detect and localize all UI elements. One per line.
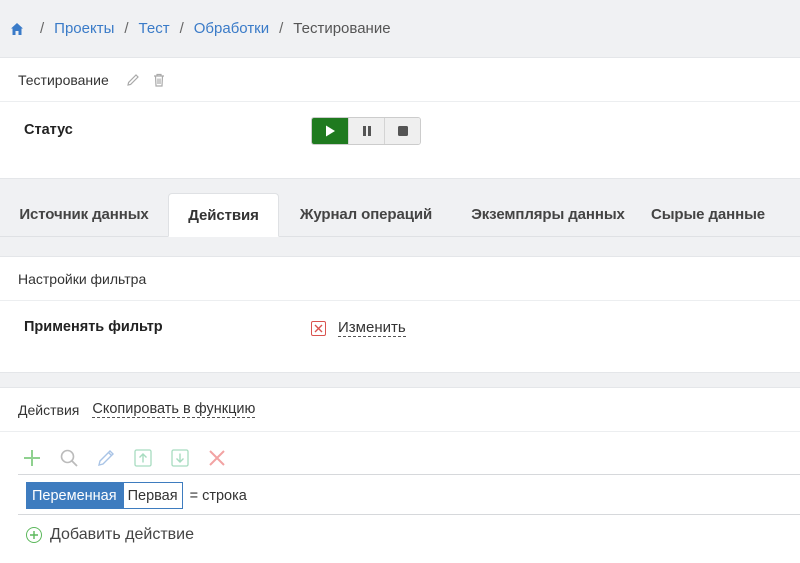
- filter-value: Изменить: [311, 319, 406, 337]
- actions-toolbar: [20, 446, 229, 470]
- copy-to-function-link[interactable]: Скопировать в функцию: [92, 401, 256, 418]
- pencil-icon[interactable]: [125, 72, 141, 88]
- breadcrumb-separator: /: [179, 19, 184, 37]
- action-row[interactable]: Переменная Первая = строка: [26, 482, 247, 509]
- actions-card-header: Действия Скопировать в функцию: [0, 388, 800, 432]
- breadcrumb-separator: /: [124, 19, 129, 37]
- breadcrumb-separator: /: [40, 19, 45, 37]
- move-down-icon[interactable]: [168, 446, 192, 470]
- search-icon[interactable]: [57, 446, 81, 470]
- play-button[interactable]: [312, 118, 348, 144]
- add-action-label: Добавить действие: [50, 526, 194, 543]
- filter-card: Настройки фильтра Применять фильтр Измен…: [0, 256, 800, 373]
- trash-icon[interactable]: [151, 72, 167, 88]
- tab-actions[interactable]: Действия: [168, 193, 279, 237]
- edit-icon[interactable]: [94, 446, 118, 470]
- breadcrumb-current: Тестирование: [293, 19, 391, 37]
- change-filter-link[interactable]: Изменить: [338, 319, 406, 337]
- variable-name: Первая: [122, 482, 183, 509]
- add-icon[interactable]: [20, 446, 44, 470]
- toolbar-divider: [18, 474, 800, 475]
- tabs: Источник данных Действия Журнал операций…: [0, 193, 800, 237]
- filter-settings-title: Настройки фильтра: [18, 270, 147, 287]
- home-icon[interactable]: [10, 22, 24, 36]
- stop-icon: [397, 126, 408, 136]
- processing-title: Тестирование: [18, 71, 109, 88]
- action-expression: = строка: [189, 487, 247, 504]
- player-controls: [311, 117, 421, 145]
- breadcrumb-separator: /: [279, 19, 284, 37]
- delete-icon[interactable]: [205, 446, 229, 470]
- stop-button[interactable]: [384, 118, 420, 144]
- play-icon: [326, 125, 335, 137]
- row-divider: [18, 514, 800, 515]
- tab-data-instances[interactable]: Экземпляры данных: [453, 192, 643, 236]
- tab-data-source[interactable]: Источник данных: [0, 192, 168, 236]
- unchecked-x-icon: [311, 320, 326, 336]
- breadcrumb-item-test[interactable]: Тест: [139, 20, 170, 37]
- add-action-button[interactable]: Добавить действие: [26, 526, 194, 544]
- add-circle-icon: [26, 527, 42, 543]
- actions-title: Действия: [18, 401, 80, 418]
- actions-card: Действия Скопировать в функцию Переменна…: [0, 387, 800, 563]
- status-card: Тестирование Статус: [0, 57, 800, 179]
- status-card-header: Тестирование: [0, 58, 800, 102]
- breadcrumb: / Проекты / Тест / Обработки / Тестирова…: [0, 0, 800, 56]
- pause-icon: [362, 126, 371, 136]
- variable-tag: Переменная: [26, 482, 123, 509]
- tab-operations-log[interactable]: Журнал операций: [279, 192, 453, 236]
- filter-card-header: Настройки фильтра: [0, 257, 800, 301]
- pause-button[interactable]: [348, 118, 384, 144]
- apply-filter-label: Применять фильтр: [24, 319, 163, 335]
- breadcrumb-item-projects[interactable]: Проекты: [54, 20, 114, 37]
- status-label: Статус: [24, 122, 73, 138]
- move-up-icon[interactable]: [131, 446, 155, 470]
- breadcrumb-item-processing[interactable]: Обработки: [194, 20, 269, 37]
- tab-raw-data[interactable]: Сырые данные: [643, 192, 773, 236]
